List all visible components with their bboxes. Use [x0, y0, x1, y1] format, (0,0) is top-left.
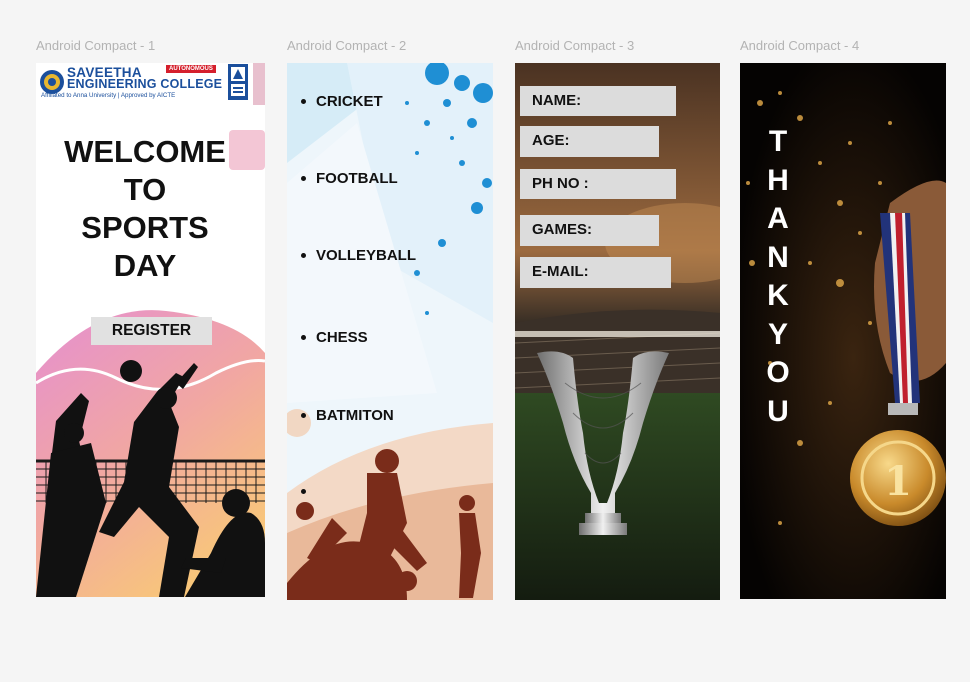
- letter: N: [767, 240, 789, 274]
- naac-badge-icon: [231, 67, 245, 96]
- thank-you-text: T H A N K Y O U: [764, 123, 792, 431]
- name-field[interactable]: NAME:: [520, 86, 676, 116]
- svg-text:1: 1: [884, 458, 912, 505]
- game-label: CRICKET: [316, 93, 383, 110]
- bullet-icon: [301, 412, 306, 418]
- bullet-icon: [301, 334, 306, 340]
- welcome-line: DAY: [113, 248, 177, 283]
- games-screen[interactable]: CRICKET FOOTBALL VOLLEYBALL CHESS BATMIT…: [287, 63, 493, 600]
- college-tagline: Affiliated to Anna University | Approved…: [41, 92, 176, 99]
- game-label: CHESS: [316, 329, 368, 346]
- college-name-line2: ENGINEERING COLLEGE: [67, 77, 223, 91]
- frame-label-2[interactable]: Android Compact - 2: [287, 38, 406, 53]
- autonomous-badge: AUTONOMOUS: [166, 65, 216, 73]
- age-field[interactable]: AGE:: [520, 126, 659, 157]
- letter: K: [767, 279, 789, 312]
- decor-strip: [253, 63, 265, 105]
- thank-you-screen[interactable]: 1 T H A N K Y O U: [740, 63, 946, 599]
- letter: A: [767, 202, 789, 235]
- letter: U: [767, 394, 789, 428]
- naac-logo: [228, 64, 248, 100]
- welcome-screen[interactable]: SAVEETHA ENGINEERING COLLEGE Affiliated …: [36, 63, 265, 597]
- bullet-icon: [301, 98, 306, 104]
- list-item[interactable]: CHESS: [301, 329, 368, 346]
- game-label: VOLLEYBALL: [316, 247, 416, 264]
- register-button[interactable]: REGISTER: [91, 317, 212, 345]
- game-label: BATMITON: [316, 407, 394, 424]
- college-header: SAVEETHA ENGINEERING COLLEGE Affiliated …: [36, 63, 265, 105]
- list-item[interactable]: VOLLEYBALL: [301, 247, 416, 264]
- volleyball-illustration: [36, 310, 265, 597]
- phone-field[interactable]: PH NO :: [520, 169, 676, 199]
- list-item[interactable]: BATMITON: [301, 407, 394, 424]
- welcome-title: WELCOME TO SPORTS DAY: [36, 133, 254, 285]
- list-item[interactable]: FOOTBALL: [301, 170, 398, 187]
- registration-screen[interactable]: NAME: AGE: PH NO : GAMES: E-MAIL:: [515, 63, 720, 600]
- welcome-line: WELCOME: [64, 134, 226, 169]
- bullet-icon: [301, 252, 306, 258]
- bullet-icon: [301, 488, 306, 494]
- email-field[interactable]: E-MAIL:: [520, 257, 671, 288]
- bullet-icon: [301, 175, 306, 181]
- frame-label-1[interactable]: Android Compact - 1: [36, 38, 155, 53]
- list-item[interactable]: [301, 483, 316, 500]
- welcome-line: TO: [123, 172, 167, 207]
- letter: T: [768, 125, 788, 158]
- letter: H: [767, 163, 789, 197]
- letter: O: [766, 356, 790, 389]
- welcome-line: SPORTS: [81, 210, 209, 245]
- frame-label-4[interactable]: Android Compact - 4: [740, 38, 859, 53]
- letter: Y: [767, 317, 788, 351]
- game-label: FOOTBALL: [316, 170, 398, 187]
- frame-label-3[interactable]: Android Compact - 3: [515, 38, 634, 53]
- games-field[interactable]: GAMES:: [520, 215, 659, 246]
- list-item[interactable]: CRICKET: [301, 93, 383, 110]
